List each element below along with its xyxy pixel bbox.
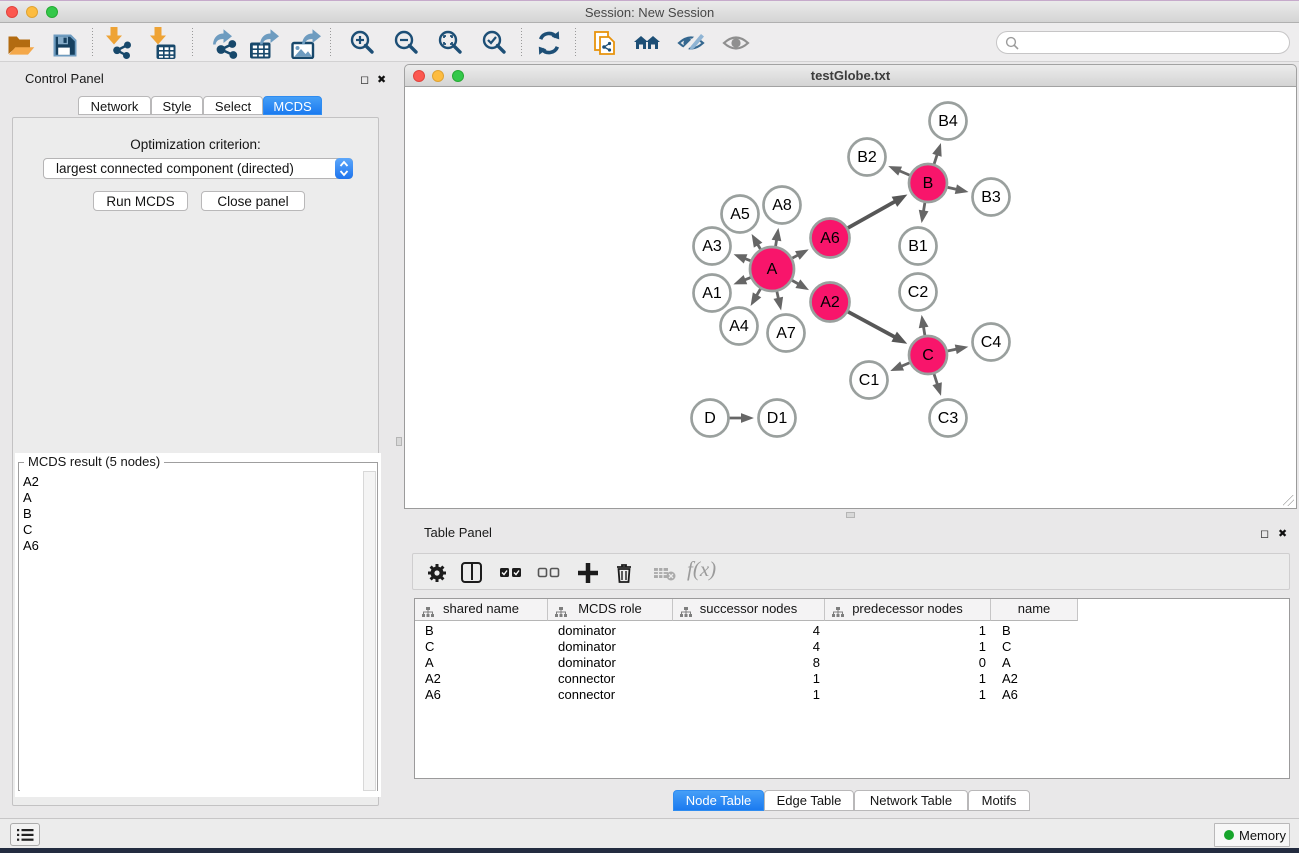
svg-text:A: A [767,261,778,278]
svg-text:B2: B2 [857,149,877,166]
svg-text:B4: B4 [938,113,958,130]
svg-text:B: B [923,175,934,192]
svg-text:C3: C3 [938,410,959,427]
svg-text:B3: B3 [981,189,1001,206]
svg-text:A4: A4 [729,318,749,335]
svg-text:A7: A7 [776,325,796,342]
svg-text:A2: A2 [820,294,840,311]
svg-text:A8: A8 [772,197,792,214]
svg-text:A5: A5 [730,206,750,223]
svg-text:C: C [922,347,934,364]
svg-text:C4: C4 [981,334,1002,351]
svg-text:D: D [704,410,716,427]
svg-text:A6: A6 [820,230,840,247]
svg-text:A3: A3 [702,238,722,255]
svg-text:D1: D1 [767,410,788,427]
svg-text:C1: C1 [859,372,880,389]
svg-text:B1: B1 [908,238,928,255]
svg-text:C2: C2 [908,284,929,301]
svg-text:A1: A1 [702,285,722,302]
